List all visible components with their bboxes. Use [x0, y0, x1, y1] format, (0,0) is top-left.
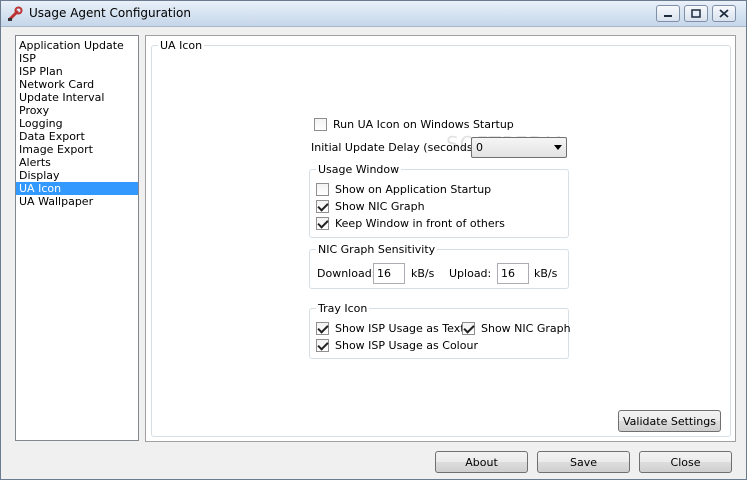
checkbox-box[interactable] — [316, 217, 329, 230]
wrench-icon — [7, 6, 23, 22]
settings-category-list[interactable]: Application Update ISP ISP Plan Network Car… — [15, 35, 139, 441]
about-button[interactable]: About — [435, 451, 528, 473]
tray-show-nic-graph-checkbox[interactable]: Show NIC Graph — [462, 322, 571, 335]
sidebar-item[interactable]: Application Update — [16, 39, 138, 52]
validate-settings-button[interactable]: Validate Settings — [618, 410, 721, 432]
upload-unit: kB/s — [534, 267, 558, 280]
initial-delay-dropdown[interactable]: 0 — [471, 137, 567, 158]
checkbox-box[interactable] — [316, 322, 329, 335]
checkbox-label: Show on Application Startup — [335, 183, 492, 196]
show-nic-graph-checkbox[interactable]: Show NIC Graph — [316, 200, 425, 213]
checkbox-box[interactable] — [316, 183, 329, 196]
sidebar-item[interactable]: Image Export — [16, 143, 138, 156]
sidebar-item[interactable]: Network Card — [16, 78, 138, 91]
usage-window-title: Usage Window — [318, 163, 400, 176]
upload-input[interactable]: 16 — [497, 263, 529, 284]
download-input[interactable]: 16 — [373, 263, 405, 284]
sidebar-item[interactable]: Display — [16, 169, 138, 182]
initial-delay-label: Initial Update Delay (seconds): — [311, 141, 481, 154]
sidebar-item[interactable]: ISP — [16, 52, 138, 65]
keep-in-front-checkbox[interactable]: Keep Window in front of others — [316, 217, 505, 230]
checkbox-box[interactable] — [462, 322, 475, 335]
close-icon — [719, 9, 729, 18]
sidebar-item[interactable]: UA Icon — [16, 182, 138, 195]
upload-label: Upload: — [449, 267, 492, 280]
ua-icon-group-title: UA Icon — [160, 39, 203, 52]
sidebar-item[interactable]: ISP Plan — [16, 65, 138, 78]
window-title: Usage Agent Configuration — [29, 6, 191, 20]
checkbox-label: Show NIC Graph — [481, 322, 571, 335]
sidebar-item[interactable]: Update Interval — [16, 91, 138, 104]
show-usage-text-checkbox[interactable]: Show ISP Usage as Text — [316, 322, 465, 335]
checkbox-label: Show ISP Usage as Text — [335, 322, 465, 335]
checkbox-box[interactable] — [316, 200, 329, 213]
tray-icon-title: Tray Icon — [318, 302, 368, 315]
nic-sensitivity-title: NIC Graph Sensitivity — [318, 243, 436, 256]
maximize-icon — [691, 9, 701, 18]
maximize-button[interactable] — [684, 5, 708, 22]
download-unit: kB/s — [411, 267, 435, 280]
app-window: Usage Agent Configuration Application Up… — [0, 0, 747, 480]
chevron-down-icon — [550, 145, 566, 150]
nic-sensitivity-group: NIC Graph Sensitivity — [309, 243, 569, 289]
title-bar[interactable]: Usage Agent Configuration — [1, 1, 746, 27]
sidebar-item[interactable]: UA Wallpaper — [16, 195, 138, 208]
checkbox-label: Keep Window in front of others — [335, 217, 505, 230]
save-button[interactable]: Save — [537, 451, 630, 473]
show-on-startup-checkbox[interactable]: Show on Application Startup — [316, 183, 491, 196]
run-on-startup-checkbox[interactable]: Run UA Icon on Windows Startup — [314, 118, 514, 131]
checkbox-label: Show NIC Graph — [335, 200, 425, 213]
sidebar-item[interactable]: Logging — [16, 117, 138, 130]
sidebar-item[interactable]: Alerts — [16, 156, 138, 169]
download-label: Download: — [317, 267, 376, 280]
checkbox-box[interactable] — [314, 118, 327, 131]
initial-delay-value: 0 — [476, 141, 483, 154]
ua-icon-group: UA Icon — [151, 39, 731, 437]
sidebar-item[interactable]: Data Export — [16, 130, 138, 143]
sidebar-item[interactable]: Proxy — [16, 104, 138, 117]
minimize-icon — [663, 10, 673, 18]
checkbox-label: Run UA Icon on Windows Startup — [333, 118, 514, 131]
close-button[interactable]: Close — [639, 451, 732, 473]
checkbox-label: Show ISP Usage as Colour — [335, 339, 478, 352]
show-usage-colour-checkbox[interactable]: Show ISP Usage as Colour — [316, 339, 478, 352]
close-window-button[interactable] — [712, 5, 736, 22]
minimize-button[interactable] — [656, 5, 680, 22]
checkbox-box[interactable] — [316, 339, 329, 352]
ua-icon-panel: UA Icon SOFTPEDIA Run UA Icon on Windows… — [145, 35, 736, 442]
